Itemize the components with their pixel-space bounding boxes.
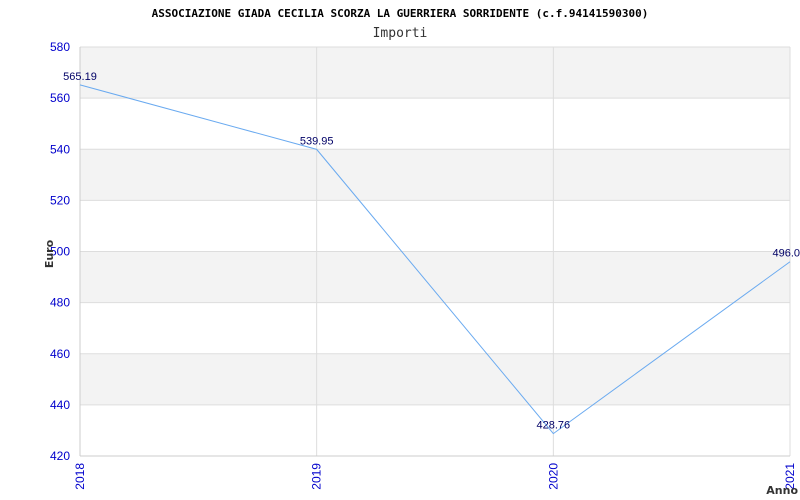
plot-band — [80, 149, 790, 201]
y-tick-label: 480 — [50, 296, 70, 310]
x-tick-label: 2020 — [546, 463, 560, 490]
chart-title: ASSOCIAZIONE GIADA CECILIA SCORZA LA GUE… — [152, 7, 649, 20]
x-axis-ticks: 2018 2019 2020 2021 — [73, 463, 797, 490]
data-label: 565.19 — [63, 71, 97, 83]
x-tick-label: 2018 — [73, 463, 87, 490]
y-axis-label: Euro — [43, 239, 56, 268]
x-tick-label: 2019 — [310, 463, 324, 490]
y-tick-label: 460 — [50, 347, 70, 361]
y-tick-label: 420 — [50, 449, 70, 463]
data-label: 428.76 — [537, 420, 571, 432]
y-tick-label: 540 — [50, 142, 70, 156]
line-chart: ASSOCIAZIONE GIADA CECILIA SCORZA LA GUE… — [43, 7, 800, 497]
plot-band — [80, 251, 790, 303]
x-axis-label: Anno — [766, 484, 798, 497]
y-tick-label: 580 — [50, 40, 70, 54]
y-tick-label: 440 — [50, 398, 70, 412]
chart-subtitle: Importi — [373, 26, 428, 41]
y-tick-label: 520 — [50, 193, 70, 207]
y-tick-label: 560 — [50, 91, 70, 105]
plot-band — [80, 47, 790, 99]
data-label: 539.95 — [300, 135, 334, 147]
data-label: 496.0 — [772, 248, 800, 260]
plot-band — [80, 353, 790, 405]
plot-bands — [80, 47, 790, 405]
